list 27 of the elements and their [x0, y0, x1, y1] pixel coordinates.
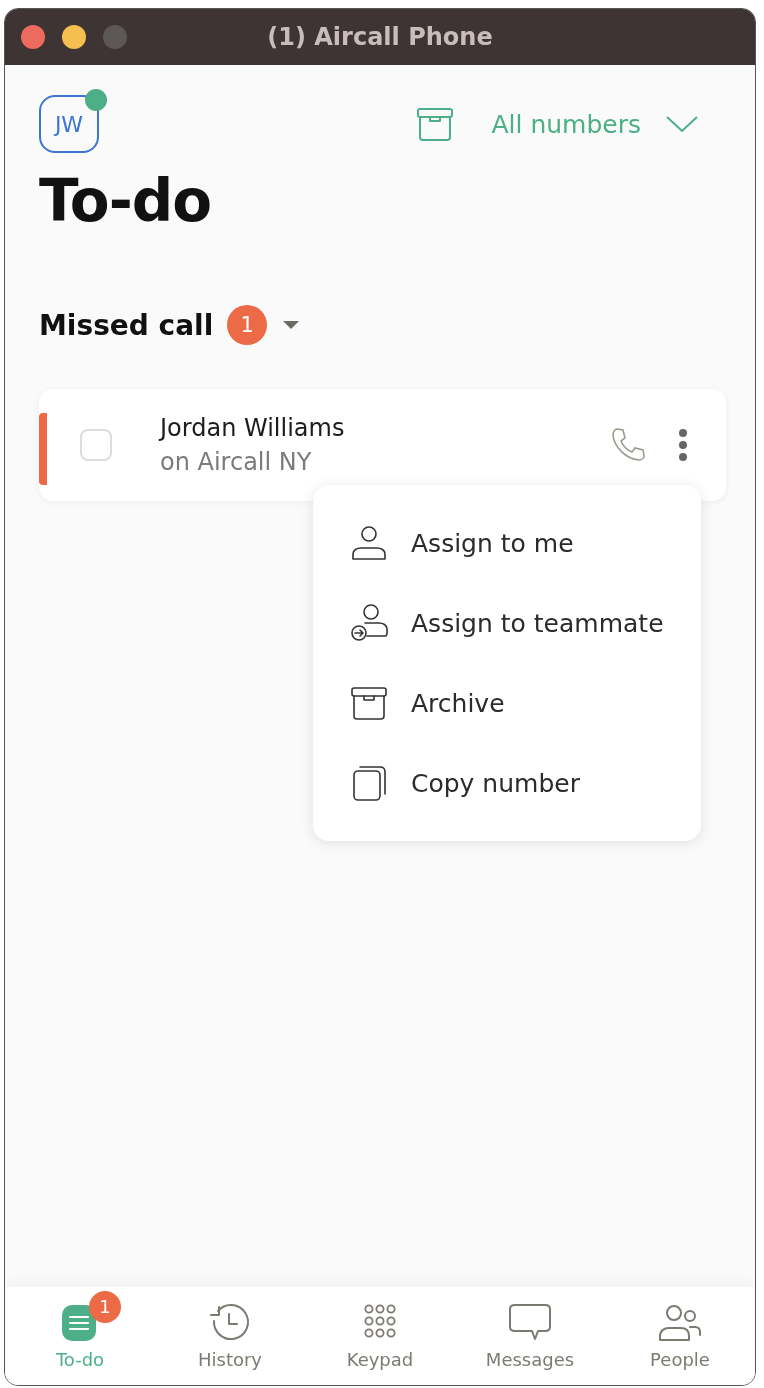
chevron-down-icon	[665, 114, 699, 134]
missed-indicator	[39, 413, 47, 485]
caller-line: on Aircall NY	[160, 448, 313, 476]
menu-item[interactable]: Copy number	[313, 743, 701, 823]
more-options-icon[interactable]	[678, 428, 688, 462]
nav-tab[interactable]: History	[155, 1287, 305, 1385]
section-title: Missed call	[39, 308, 214, 342]
person-icon	[349, 523, 389, 563]
minimize-button[interactable]	[62, 25, 86, 49]
close-button[interactable]	[21, 25, 45, 49]
nav-tab[interactable]: Keypad	[305, 1287, 455, 1385]
checkbox[interactable]	[80, 429, 112, 461]
nav-tab[interactable]: People	[605, 1287, 755, 1385]
menu-item[interactable]: Archive	[313, 663, 701, 743]
count-badge: 1	[227, 305, 268, 345]
people-icon	[657, 1302, 703, 1343]
nav-tab[interactable]: Messages	[455, 1287, 605, 1385]
count-badge: 1	[89, 1290, 121, 1323]
page-title: To-do	[39, 167, 213, 235]
menu-item[interactable]: Assign to me	[313, 503, 701, 583]
nav-tab[interactable]: 1 To-do	[5, 1287, 155, 1385]
menu-item[interactable]: Assign to teammate	[313, 583, 701, 663]
number-filter-dropdown[interactable]: All numbers	[491, 109, 699, 139]
chat-icon	[507, 1302, 553, 1343]
person-arrow-icon	[349, 603, 389, 643]
caller-name: Jordan Williams	[160, 414, 346, 442]
window-title: (1) Aircall Phone	[267, 23, 493, 51]
